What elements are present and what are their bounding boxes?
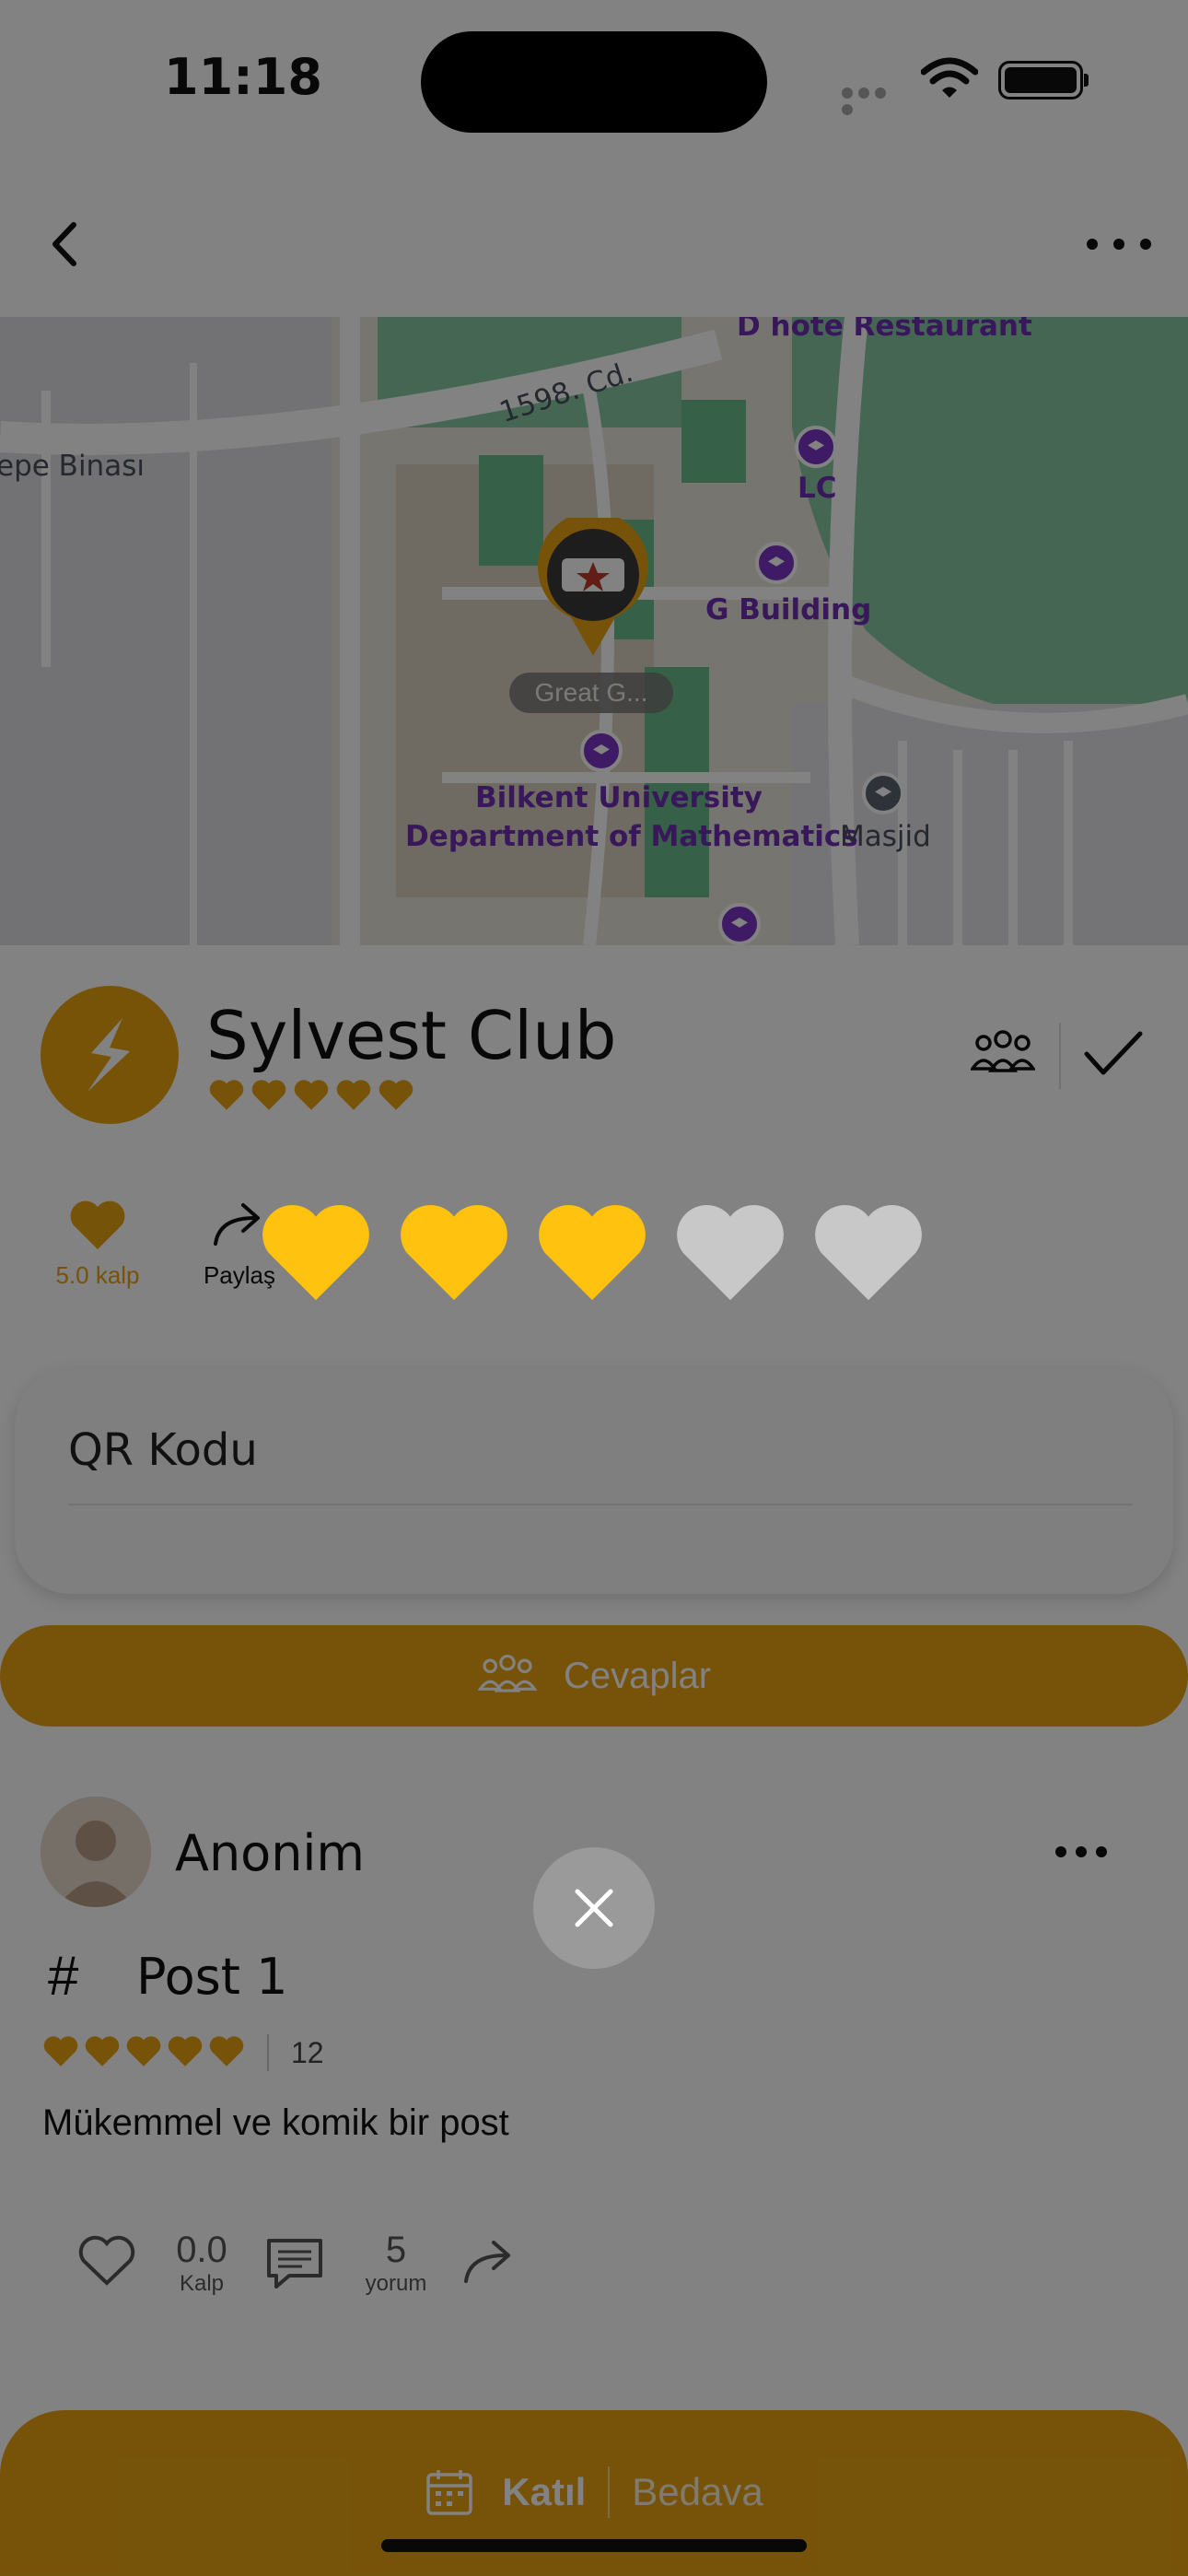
rating-heart-filled-icon[interactable]: [534, 1198, 650, 1305]
close-rating-button[interactable]: [533, 1847, 655, 1969]
rating-heart-filled-icon[interactable]: [396, 1198, 512, 1305]
rating-heart-filled-icon[interactable]: [258, 1198, 374, 1305]
rating-heart-empty-icon[interactable]: [810, 1198, 926, 1305]
heart-rating-picker: [258, 1198, 939, 1327]
rating-heart-empty-icon[interactable]: [672, 1198, 788, 1305]
close-icon: [575, 1889, 613, 1927]
